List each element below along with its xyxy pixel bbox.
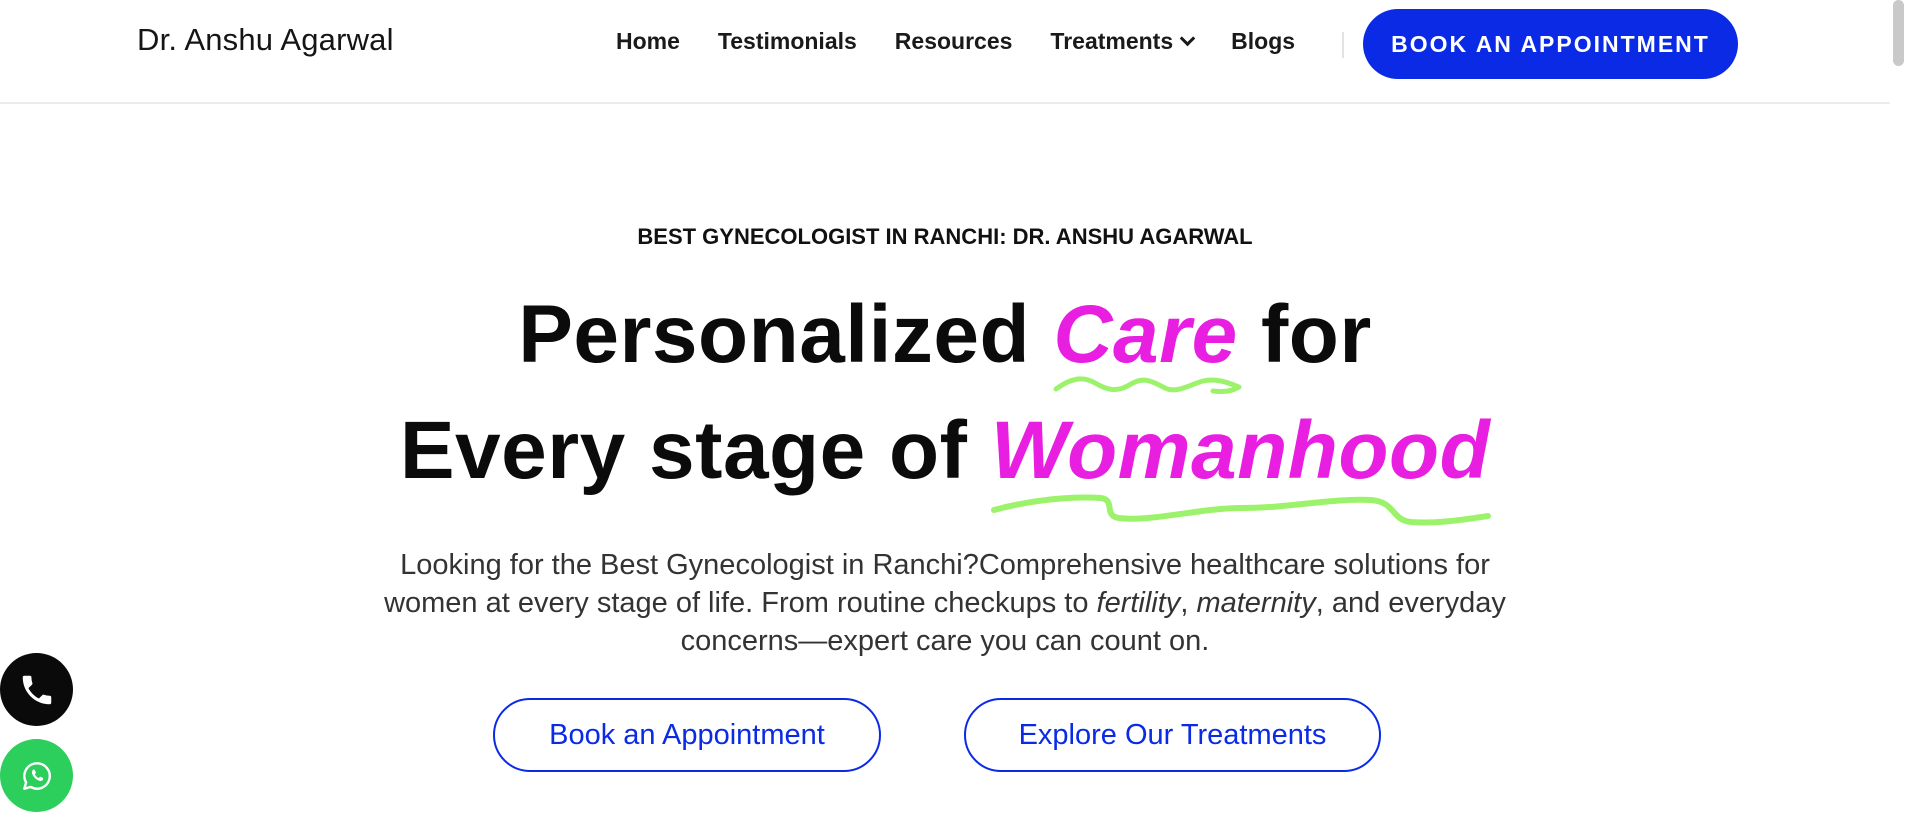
hero-headline-line2: Every stage of Womanhood <box>0 404 1890 526</box>
headline-accent-womanhood: Womanhood <box>990 404 1491 526</box>
description-maternity: maternity <box>1196 587 1316 619</box>
nav-blogs[interactable]: Blogs <box>1231 28 1295 55</box>
scrollbar-thumb[interactable] <box>1893 0 1904 66</box>
hero-description: Looking for the Best Gynecologist in Ran… <box>380 546 1510 660</box>
nav-testimonials-label: Testimonials <box>717 28 857 54</box>
nav-home[interactable]: Home <box>616 28 680 55</box>
description-fertility: fertility <box>1096 587 1181 619</box>
chevron-down-icon <box>1179 30 1196 47</box>
headline-accent-care: Care <box>1053 288 1242 394</box>
headline-accent-care-text: Care <box>1053 289 1238 380</box>
phone-icon <box>22 675 51 704</box>
explore-treatments-button[interactable]: Explore Our Treatments <box>964 698 1381 772</box>
nav-divider <box>1342 32 1344 58</box>
nav-resources-label: Resources <box>894 28 1013 54</box>
nav-testimonials[interactable]: Testimonials <box>718 28 857 55</box>
headline-line1-suffix: for <box>1237 289 1372 380</box>
nav-treatments-label: Treatments <box>1050 28 1174 54</box>
hero-headline-line1: Personalized Care for <box>0 288 1890 394</box>
whatsapp-icon <box>22 761 51 790</box>
hero-eyebrow: BEST GYNECOLOGIST IN RANCHI: DR. ANSHU A… <box>637 224 1253 249</box>
book-appointment-button[interactable]: Book an Appointment <box>493 698 881 772</box>
nav-blogs-label: Blogs <box>1231 28 1296 54</box>
headline-line2-prefix: Every stage of <box>399 405 991 496</box>
whatsapp-button[interactable] <box>0 739 73 812</box>
description-sep: , <box>1180 587 1197 619</box>
headline-accent-womanhood-text: Womanhood <box>990 405 1491 496</box>
book-appointment-header-button[interactable]: BOOK AN APPOINTMENT <box>1363 9 1738 79</box>
nav-resources[interactable]: Resources <box>895 28 1013 55</box>
scrollbar[interactable] <box>1890 0 1906 840</box>
nav-treatments[interactable]: Treatments <box>1050 28 1196 55</box>
main-nav: Home Testimonials Resources Treatments B… <box>616 28 1333 55</box>
site-header: Dr. Anshu Agarwal Home Testimonials Reso… <box>0 0 1890 104</box>
nav-home-label: Home <box>616 28 680 54</box>
phone-call-button[interactable] <box>0 653 73 726</box>
headline-line1-prefix: Personalized <box>518 289 1054 380</box>
brand-name[interactable]: Dr. Anshu Agarwal <box>137 22 394 58</box>
